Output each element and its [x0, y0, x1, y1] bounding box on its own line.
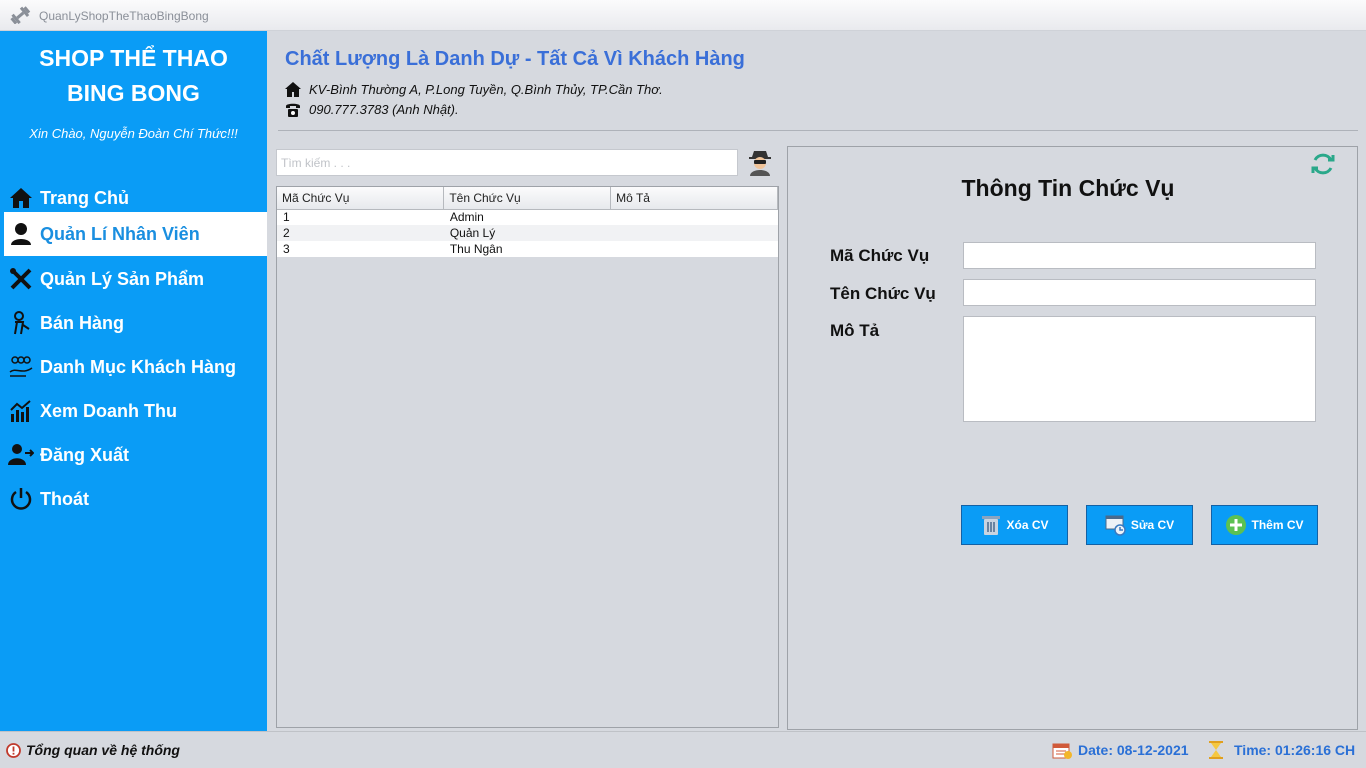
seller-icon [8, 310, 34, 336]
refresh-button[interactable] [1310, 151, 1336, 177]
button-label: Thêm CV [1251, 518, 1304, 532]
power-icon [8, 486, 34, 512]
title-bar: QuanLyShopTheThaoBingBong [0, 0, 1366, 31]
home-icon [285, 81, 301, 97]
sidebar-item-label: Trang Chủ [40, 187, 129, 208]
address-text: KV-Bình Thường A, P.Long Tuyền, Q.Bình T… [309, 81, 663, 97]
table-row[interactable]: 1 Admin [277, 209, 778, 225]
delete-position-button[interactable]: Xóa CV [961, 505, 1068, 545]
position-table: Mã Chức Vụ Tên Chức Vụ Mô Tả 1 Admin 2 Q… [277, 187, 778, 257]
user-icon [8, 221, 34, 247]
tools-icon [8, 266, 34, 292]
home-icon [8, 185, 34, 211]
sidebar-item-label: Danh Mục Khách Hàng [40, 356, 237, 377]
status-date: Date: 08-12-2021 [1052, 741, 1189, 759]
status-time: Time: 01:26:16 CH [1208, 741, 1355, 759]
label-position-name: Tên Chức Vụ [830, 284, 936, 303]
hourglass-icon [1208, 741, 1228, 759]
plus-circle-icon [1225, 514, 1247, 536]
position-name-field[interactable] [963, 279, 1316, 306]
cell-name: Quản Lý [443, 225, 611, 241]
sidebar-item-employees[interactable]: Quản Lí Nhân Viên [4, 212, 267, 256]
cell-id: 2 [277, 225, 444, 241]
phone-icon [285, 101, 301, 117]
table-row[interactable]: 2 Quản Lý [277, 225, 778, 241]
refresh-icon [1311, 153, 1335, 175]
position-id-field[interactable] [963, 242, 1316, 269]
sidebar-item-label: Đăng Xuất [40, 444, 130, 465]
edit-position-button[interactable]: Sửa CV [1086, 505, 1193, 545]
sidebar-item-label: Quản Lí Nhân Viên [40, 223, 200, 244]
description-field[interactable] [963, 316, 1316, 422]
edit-window-icon [1105, 514, 1127, 536]
sidebar-item-sales[interactable]: Bán Hàng [0, 301, 267, 345]
column-header-desc[interactable]: Mô Tả [610, 187, 778, 210]
table-header-row: Mã Chức Vụ Tên Chức Vụ Mô Tả [277, 187, 778, 210]
sidebar-item-label: Quản Lý Sản Phẩm [40, 268, 205, 289]
status-overview: Tổng quan về hệ thống [6, 742, 180, 758]
sidebar-item-exit[interactable]: Thoát [0, 477, 267, 521]
status-time-text: Time: 01:26:16 CH [1234, 742, 1356, 758]
column-header-name[interactable]: Tên Chức Vụ [443, 187, 612, 210]
spy-icon [749, 151, 771, 176]
info-icon [6, 742, 21, 758]
sidebar-item-label: Bán Hàng [40, 312, 125, 333]
brand-line-1: SHOP THỂ THAO [39, 45, 228, 71]
position-table-panel: Mã Chức Vụ Tên Chức Vụ Mô Tả 1 Admin 2 Q… [276, 186, 779, 728]
address-line: KV-Bình Thường A, P.Long Tuyền, Q.Bình T… [285, 81, 663, 97]
dumbbell-icon [10, 6, 31, 24]
label-position-id: Mã Chức Vụ [830, 246, 930, 265]
search-button[interactable] [746, 148, 774, 176]
position-form-panel: Thông Tin Chức Vụ Mã Chức Vụ Tên Chức Vụ… [787, 146, 1358, 730]
window-title: QuanLyShopTheThaoBingBong [39, 9, 209, 23]
logout-icon [8, 442, 34, 468]
column-header-id[interactable]: Mã Chức Vụ [277, 187, 445, 210]
button-label: Sửa CV [1130, 518, 1175, 532]
button-label: Xóa CV [1006, 518, 1049, 532]
add-position-button[interactable]: Thêm CV [1211, 505, 1318, 545]
cell-name: Thu Ngân [443, 241, 611, 257]
cell-desc [610, 241, 778, 257]
form-title: Thông Tin Chức Vụ [961, 175, 1175, 201]
greeting-text: Xin Chào, Nguyễn Đoàn Chí Thức!!! [29, 126, 238, 141]
cell-name: Admin [443, 209, 611, 225]
header-divider [278, 130, 1358, 131]
label-description: Mô Tả [830, 321, 880, 340]
brand-title: SHOP THỂ THAO BING BONG [0, 41, 267, 111]
cell-desc [610, 225, 778, 241]
search-input[interactable] [276, 149, 738, 176]
sidebar-item-label: Xem Doanh Thu [40, 400, 178, 421]
sidebar-item-products[interactable]: Quản Lý Sản Phẩm [0, 257, 267, 301]
status-overview-text: Tổng quan về hệ thống [26, 742, 180, 758]
table-row[interactable]: 3 Thu Ngân [277, 241, 778, 257]
phone-line: 090.777.3783 (Anh Nhật). [285, 101, 459, 117]
phone-text: 090.777.3783 (Anh Nhật). [309, 101, 459, 117]
status-date-text: Date: 08-12-2021 [1078, 742, 1189, 758]
brand-line-2: BING BONG [67, 80, 200, 106]
sidebar: SHOP THỂ THAO BING BONG Xin Chào, Nguyễn… [0, 31, 267, 731]
sidebar-item-revenue[interactable]: Xem Doanh Thu [0, 389, 267, 433]
cell-desc [610, 209, 778, 225]
chart-icon [8, 398, 34, 424]
trash-icon [980, 514, 1002, 536]
sidebar-item-logout[interactable]: Đăng Xuất [0, 433, 267, 477]
slogan: Chất Lượng Là Danh Dự - Tất Cả Vì Khách … [285, 48, 745, 70]
status-bar: Tổng quan về hệ thống Date: 08-12-2021 T… [0, 731, 1366, 768]
cell-id: 3 [277, 241, 444, 257]
cell-id: 1 [277, 209, 444, 225]
customers-icon [8, 354, 34, 380]
calendar-icon [1052, 741, 1072, 759]
sidebar-item-label: Thoát [40, 488, 89, 509]
sidebar-item-customers[interactable]: Danh Mục Khách Hàng [0, 345, 267, 389]
